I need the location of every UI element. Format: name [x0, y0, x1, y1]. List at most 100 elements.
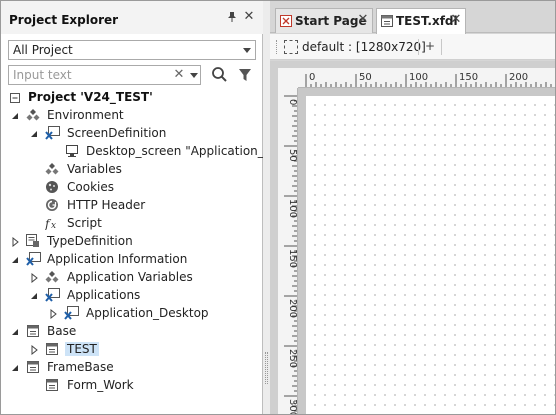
tree-item-cookies[interactable]: Cookies: [1, 178, 263, 196]
ruler-label: 200: [287, 299, 298, 318]
tree-item-application-variables[interactable]: Application Variables: [1, 268, 263, 286]
form-icon: [45, 378, 59, 392]
tree-label: FrameBase: [47, 360, 114, 374]
tree-label: Script: [67, 216, 102, 230]
ruler-label: 150: [287, 249, 298, 268]
expanded-arrow-icon[interactable]: [10, 362, 20, 372]
ruler-label: 250: [287, 349, 298, 368]
tree-item-environment[interactable]: Environment: [1, 106, 263, 124]
tree-label: Environment: [47, 108, 124, 122]
collapsed-arrow-icon[interactable]: [29, 272, 39, 284]
tree-item-script[interactable]: fx Script: [1, 214, 263, 232]
panel-header: Project Explorer ✕: [1, 1, 263, 34]
expanded-arrow-icon[interactable]: [10, 326, 20, 336]
clear-icon[interactable]: ✕: [173, 67, 185, 83]
tree-item-application-information[interactable]: Application Information: [1, 250, 263, 268]
form-tab-icon: [381, 15, 393, 27]
type-definition-icon: [26, 234, 40, 248]
search-box: ✕: [8, 65, 201, 85]
expanded-arrow-icon[interactable]: [29, 128, 39, 138]
screen-selector[interactable]: default : [1280x720]: [302, 40, 426, 54]
variables-icon: [45, 162, 59, 176]
scope-dropdown[interactable]: All Project: [8, 40, 256, 60]
expanded-arrow-icon[interactable]: [29, 290, 39, 300]
tree-label: ScreenDefinition: [67, 126, 167, 140]
search-options-chevron-icon[interactable]: [190, 73, 198, 78]
tree-item-test[interactable]: TEST: [1, 340, 263, 358]
tree-item-application-desktop[interactable]: Application_Desktop: [1, 304, 263, 322]
tree-item-desktop-screen[interactable]: Desktop_screen "Application_Des: [1, 142, 287, 160]
application-variables-icon: [45, 270, 59, 284]
collapse-icon[interactable]: [10, 92, 20, 103]
base-icon: [26, 324, 40, 338]
tree-label: HTTP Header: [67, 198, 146, 212]
editor-tab-bar: Start Page ✕ TEST.xfdl ✕: [270, 1, 555, 34]
ruler-label: 0: [309, 72, 315, 83]
ruler-label: 100: [409, 72, 428, 83]
ruler-label: 300: [287, 399, 298, 414]
tree-item-framebase[interactable]: FrameBase: [1, 358, 263, 376]
application-desktop-icon: [64, 306, 79, 320]
framebase-icon: [26, 360, 40, 374]
filter-icon[interactable]: [238, 67, 252, 83]
tab-label: Start Page: [295, 14, 367, 28]
tree-item-screen-definition[interactable]: ScreenDefinition: [1, 124, 263, 142]
application-information-icon: [26, 252, 41, 266]
toolbar-divider: [418, 39, 419, 55]
design-area: 0 50 100 150 200 0 50 100 150 200 250 300: [270, 61, 555, 414]
ruler-label: 200: [509, 72, 528, 83]
http-header-icon: [45, 198, 59, 212]
search-icon[interactable]: [211, 65, 229, 85]
tree-item-http-header[interactable]: HTTP Header: [1, 196, 263, 214]
form-design-canvas[interactable]: [306, 96, 555, 414]
ruler-corner: [278, 68, 298, 88]
tree-item-base[interactable]: Base: [1, 322, 263, 340]
project-explorer-panel: Project Explorer ✕ All Project ✕ Project…: [1, 1, 287, 414]
tree-label: Applications: [67, 288, 141, 302]
tree-item-form-work[interactable]: Form_Work: [1, 376, 263, 394]
ruler-label: 50: [359, 72, 372, 83]
cookies-icon: [45, 180, 59, 194]
close-panel-icon[interactable]: ✕: [242, 10, 256, 24]
ruler-label: 150: [459, 72, 478, 83]
editor-toolbar: default : [1280x720] +: [270, 34, 555, 60]
ruler-label: 0: [287, 99, 298, 105]
script-icon: fx: [44, 216, 59, 231]
expanded-arrow-icon[interactable]: [10, 254, 20, 264]
add-screen-button[interactable]: +: [423, 38, 437, 54]
tree-item-applications[interactable]: Applications: [1, 286, 263, 304]
pin-icon[interactable]: [226, 11, 238, 25]
splitter-grip[interactable]: [265, 352, 268, 384]
tab-label: TEST.xfdl: [396, 14, 458, 28]
toolbar-divider: [441, 39, 442, 55]
tree-label: Application Information: [47, 252, 188, 266]
chevron-down-icon: [243, 48, 251, 53]
search-input[interactable]: [11, 67, 166, 83]
tree-label: Base: [47, 324, 77, 338]
tree-item-type-definition[interactable]: TypeDefinition: [1, 232, 263, 250]
tree-label: Variables: [67, 162, 122, 176]
collapsed-arrow-icon[interactable]: [29, 344, 39, 356]
collapsed-arrow-icon[interactable]: [48, 308, 58, 320]
toolbar-grip: [276, 40, 279, 54]
close-tab-icon[interactable]: ✕: [450, 13, 462, 27]
svg-text:x: x: [51, 221, 56, 230]
tab-test-xfdl[interactable]: TEST.xfdl ✕: [376, 8, 466, 34]
tree-label: Cookies: [67, 180, 114, 194]
tree-label: TEST: [65, 342, 99, 356]
screen-definition-icon: [45, 126, 60, 140]
tree-item-variables[interactable]: Variables: [1, 160, 263, 178]
scope-value: All Project: [13, 43, 73, 57]
expanded-arrow-icon[interactable]: [10, 110, 20, 120]
editor-panel: Start Page ✕ TEST.xfdl ✕ default : [1280…: [270, 1, 555, 414]
start-page-icon: [280, 15, 292, 27]
close-tab-icon[interactable]: ✕: [357, 13, 369, 27]
horizontal-ruler: 0 50 100 150 200: [298, 68, 555, 88]
panel-title: Project Explorer: [9, 13, 119, 27]
collapsed-arrow-icon[interactable]: [10, 236, 20, 248]
tree-label: Project 'V24_TEST': [28, 90, 153, 104]
tree-item-project[interactable]: Project 'V24_TEST': [1, 88, 263, 106]
ruler-label: 100: [287, 199, 298, 218]
tab-start-page[interactable]: Start Page ✕: [275, 8, 373, 33]
tree-label: Application_Desktop: [86, 306, 209, 320]
